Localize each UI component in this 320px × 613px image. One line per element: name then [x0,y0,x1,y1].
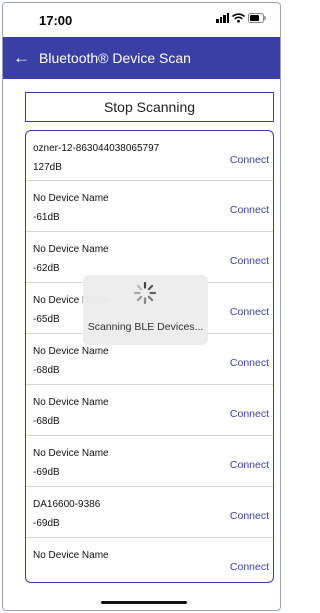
device-name: No Device Name [33,193,109,204]
device-row: DA16600-9386 -69dB Connect [26,487,273,538]
battery-icon [248,13,266,23]
device-list[interactable]: ozner-12-863044038065797 127dB Connect N… [25,130,274,583]
device-rssi: -69dB [33,518,60,529]
home-indicator[interactable] [101,601,187,604]
device-name: No Device Name [33,397,109,408]
device-rssi: -62dB [33,263,60,274]
connect-button[interactable]: Connect [230,459,269,471]
device-rssi: -69dB [33,467,60,478]
device-rssi: -65dB [33,314,60,325]
loading-text: Scanning BLE Devices... [87,321,204,333]
back-arrow-icon[interactable]: ← [13,48,30,68]
connect-button[interactable]: Connect [230,408,269,420]
connect-button[interactable]: Connect [230,154,269,166]
device-row: No Device Name Connect [26,538,273,582]
connect-button[interactable]: Connect [230,561,269,573]
status-icons [216,13,266,23]
device-rssi: 127dB [33,162,62,173]
phone-screen: 17:00 ← Bluetooth® Device Scan Stop Scan… [2,2,281,611]
connect-button[interactable]: Connect [230,510,269,522]
device-rssi: -68dB [33,416,60,427]
loading-overlay: Scanning BLE Devices... [83,275,208,345]
device-rssi: -68dB [33,365,60,376]
device-row: No Device Name -69dB Connect [26,436,273,487]
spinner-icon [133,281,157,305]
stop-scanning-button[interactable]: Stop Scanning [25,92,274,122]
connect-button[interactable]: Connect [230,204,269,216]
device-name: No Device Name [33,550,109,561]
device-name: ozner-12-863044038065797 [33,143,160,154]
device-row: No Device Name -68dB Connect [26,385,273,436]
connect-button[interactable]: Connect [230,306,269,318]
device-name: DA16600-9386 [33,499,101,510]
page-title: Bluetooth® Device Scan [39,50,191,66]
app-bar: ← Bluetooth® Device Scan [3,37,280,79]
device-row: No Device Name -61dB Connect [26,181,273,232]
signal-icon [216,13,229,23]
device-name: No Device Name [33,448,109,459]
status-bar: 17:00 [3,3,280,37]
status-time: 17:00 [39,13,73,28]
device-row: ozner-12-863044038065797 127dB Connect [26,131,273,181]
wifi-icon [232,13,245,23]
device-rssi: -61dB [33,212,60,223]
device-name: No Device Name [33,346,109,357]
device-name: No Device Name [33,244,109,255]
connect-button[interactable]: Connect [230,357,269,369]
connect-button[interactable]: Connect [230,255,269,267]
